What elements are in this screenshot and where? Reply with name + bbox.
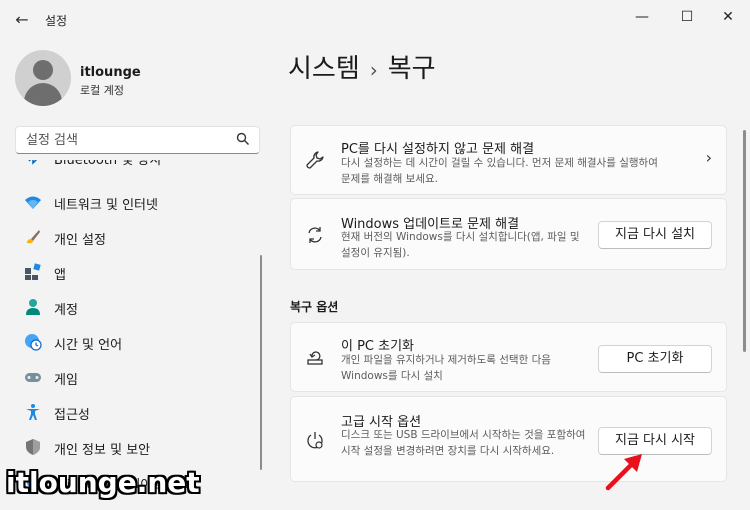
globe-clock-icon [24, 333, 42, 351]
sidebar-item-network[interactable]: 네트워크 및 인터넷 [16, 187, 256, 217]
sidebar-item-time-language[interactable]: 시간 및 언어 [16, 327, 256, 357]
main-scrollbar[interactable] [743, 130, 746, 352]
wifi-icon [24, 193, 42, 211]
sidebar-item-label: 접근성 [54, 408, 90, 423]
user-name: itlounge [80, 65, 141, 80]
breadcrumb-parent[interactable]: 시스템 [288, 54, 360, 84]
breadcrumb-separator: › [369, 58, 378, 82]
sidebar-item-accessibility[interactable]: 접근성 [16, 397, 256, 427]
title-bar: ← 설정 — ☐ ✕ [0, 0, 750, 40]
reset-pc-desc: 개인 파일을 유지하거나 제거하도록 선택한 다음 Windows를 다시 설치 [341, 354, 551, 382]
windows-update-desc: 현재 버전의 Windows를 다시 설치합니다(앱, 파일 및 설정이 유지됨… [341, 231, 580, 259]
sidebar-item-label: 앱 [54, 268, 66, 283]
windows-update-card: Windows 업데이트로 문제 해결 현재 버전의 Windows를 다시 설… [290, 198, 727, 270]
gamepad-icon [24, 368, 42, 386]
search-input[interactable] [16, 127, 236, 153]
account-icon [24, 298, 42, 316]
reset-pc-button[interactable]: PC 초기화 [598, 345, 712, 373]
sidebar-item-label: Bluetooth 및 장치 [54, 160, 162, 168]
wrench-icon [305, 150, 325, 170]
sidebar-item-label: 개인 정보 및 보안 [54, 443, 151, 458]
section-title: 복구 옵션 [290, 300, 339, 314]
sidebar-item-label: 시간 및 언어 [54, 338, 123, 353]
bluetooth-icon [24, 160, 42, 166]
sidebar-scrollbar[interactable] [260, 255, 262, 470]
watermark: itlounge.net [6, 466, 200, 499]
avatar-body [24, 83, 62, 106]
shield-icon [24, 438, 42, 456]
search-icon[interactable] [235, 132, 251, 148]
sidebar-nav: Bluetooth 및 장치 네트워크 및 인터넷 개인 설정 앱 계정 시간 … [8, 160, 258, 510]
breadcrumb: 시스템 › 복구 [288, 48, 436, 85]
reset-pc-icon [305, 348, 325, 368]
chevron-right-icon: › [705, 148, 712, 167]
troubleshoot-card[interactable]: PC를 다시 설정하지 않고 문제 해결 다시 설정하는 데 시간이 걸릴 수 … [290, 125, 727, 195]
sidebar-item-accounts[interactable]: 계정 [16, 292, 256, 322]
sidebar-item-privacy[interactable]: 개인 정보 및 보안 [16, 432, 256, 462]
advanced-startup-card: 고급 시작 옵션 디스크 또는 USB 드라이브에서 시작하는 것을 포함하여 … [290, 396, 727, 482]
search-box[interactable] [15, 126, 260, 154]
reinstall-now-button[interactable]: 지금 다시 설치 [598, 221, 712, 249]
maximize-icon[interactable]: ☐ [667, 4, 707, 30]
sidebar-item-label: 계정 [54, 303, 78, 318]
red-arrow-icon [600, 450, 650, 495]
page-title: 복구 [387, 54, 436, 84]
troubleshoot-desc: 다시 설정하는 데 시간이 걸릴 수 있습니다. 먼저 문제 해결사를 실행하여… [341, 157, 658, 185]
avatar-head [33, 60, 53, 80]
account-type: 로컬 계정 [80, 84, 124, 97]
sidebar-item-apps[interactable]: 앱 [16, 257, 256, 287]
refresh-icon [305, 225, 325, 245]
app-title: 설정 [45, 14, 68, 28]
minimize-icon[interactable]: — [622, 4, 662, 30]
back-arrow-icon[interactable]: ← [10, 8, 34, 32]
apps-icon [24, 263, 42, 281]
sidebar-item-gaming[interactable]: 게임 [16, 362, 256, 392]
sidebar-item-label: 네트워크 및 인터넷 [54, 198, 158, 213]
accessibility-icon [24, 403, 42, 421]
sidebar-item-label: 개인 설정 [54, 233, 106, 248]
advanced-startup-desc: 디스크 또는 USB 드라이브에서 시작하는 것을 포함하여 시작 설정을 변경… [341, 429, 586, 457]
close-icon[interactable]: ✕ [708, 4, 748, 30]
advanced-startup-icon [305, 431, 325, 451]
sidebar-item-bluetooth[interactable]: Bluetooth 및 장치 [16, 160, 256, 172]
avatar[interactable] [15, 50, 71, 106]
reset-pc-card: 이 PC 초기화 개인 파일을 유지하거나 제거하도록 선택한 다음 Windo… [290, 322, 727, 392]
sidebar-item-label: 게임 [54, 373, 78, 388]
sidebar-item-personalization[interactable]: 개인 설정 [16, 222, 256, 252]
brush-icon [24, 228, 42, 246]
